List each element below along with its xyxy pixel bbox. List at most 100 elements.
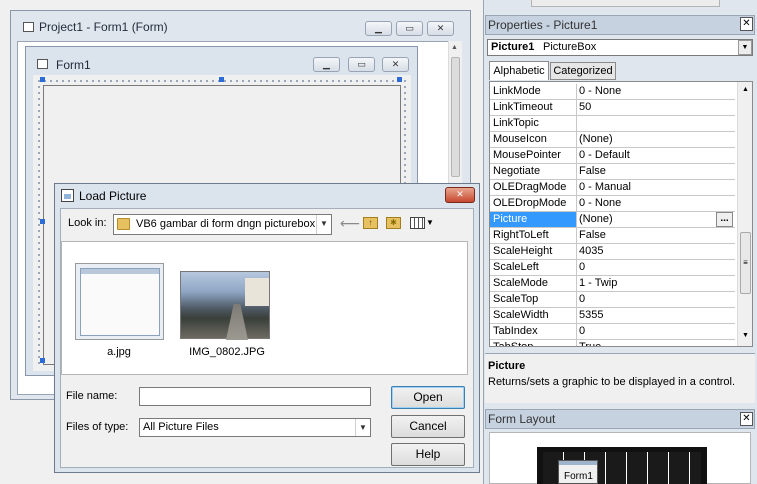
property-row[interactable]: ScaleWidth 5355 xyxy=(490,308,735,324)
files-of-type-label: Files of type: xyxy=(66,421,129,433)
property-row[interactable]: TabStop True xyxy=(490,340,735,346)
property-value[interactable]: 1 - Twip xyxy=(579,276,617,291)
property-row[interactable]: LinkMode 0 - None xyxy=(490,84,735,100)
property-value[interactable]: 0 - Manual xyxy=(579,180,631,195)
property-row[interactable]: OLEDropMode 0 - None xyxy=(490,196,735,212)
property-row[interactable]: Picture (None)... xyxy=(490,212,735,228)
scroll-up-icon[interactable]: ▲ xyxy=(742,86,749,93)
look-in-dropdown[interactable]: VB6 gambar di form dngn picturebox ▼ xyxy=(113,214,332,235)
property-row[interactable]: LinkTimeout 50 xyxy=(490,100,735,116)
property-value[interactable]: 0 - None xyxy=(579,196,621,211)
column-divider xyxy=(576,292,577,308)
minimize-button[interactable]: ▁ xyxy=(365,21,392,36)
new-folder-icon[interactable]: ✱ xyxy=(386,217,401,229)
property-row[interactable]: ScaleMode 1 - Twip xyxy=(490,276,735,292)
property-name: LinkMode xyxy=(493,85,541,97)
top-scrollbar[interactable] xyxy=(531,0,720,7)
files-of-type-value: All Picture Files xyxy=(143,421,219,433)
selection-handle[interactable] xyxy=(40,77,45,82)
column-divider xyxy=(576,340,577,346)
property-value[interactable]: 50 xyxy=(579,100,591,115)
property-name: TabIndex xyxy=(493,325,538,337)
form-layout-close-button[interactable]: ✕ xyxy=(740,412,753,426)
chevron-down-icon[interactable]: ▼ xyxy=(738,40,752,55)
form1-title: Form1 xyxy=(56,58,91,72)
property-row[interactable]: MouseIcon (None) xyxy=(490,132,735,148)
chevron-down-icon[interactable]: ▼ xyxy=(355,419,370,436)
cancel-button[interactable]: Cancel xyxy=(391,415,465,438)
form-preview-label: Form1 xyxy=(564,471,593,482)
form1-close-button[interactable]: ✕ xyxy=(382,57,409,72)
form1-minimize-button[interactable]: ▁ xyxy=(313,57,340,72)
file-name-label: File name: xyxy=(66,390,118,402)
look-in-label: Look in: xyxy=(68,217,107,229)
property-row[interactable]: OLEDragMode 0 - Manual xyxy=(490,180,735,196)
chevron-down-icon[interactable]: ▼ xyxy=(316,215,331,234)
property-name: Negotiate xyxy=(493,165,541,177)
file-item[interactable]: a.jpg xyxy=(72,260,166,360)
property-value[interactable]: 5355 xyxy=(579,308,603,323)
property-name: ScaleTop xyxy=(493,293,539,305)
scroll-up-icon[interactable]: ▲ xyxy=(451,44,458,51)
description-box: Picture Returns/sets a graphic to be dis… xyxy=(485,353,755,403)
dialog-icon xyxy=(61,189,74,202)
form1-maximize-button[interactable]: ▭ xyxy=(348,57,375,72)
properties-title: Properties - Picture1 xyxy=(488,18,598,32)
property-value[interactable]: 4035 xyxy=(579,244,603,259)
property-name: LinkTopic xyxy=(493,117,539,129)
property-name: ScaleHeight xyxy=(493,245,553,257)
scroll-down-icon[interactable]: ▼ xyxy=(742,332,749,339)
properties-close-button[interactable]: ✕ xyxy=(740,17,753,31)
column-divider xyxy=(576,308,577,324)
dialog-close-button[interactable]: ✕ xyxy=(445,187,475,203)
property-value[interactable]: 0 - None xyxy=(579,84,621,99)
column-divider xyxy=(576,228,577,244)
property-value[interactable]: False xyxy=(579,228,606,243)
selection-handle[interactable] xyxy=(397,77,402,82)
selection-handle[interactable] xyxy=(40,219,45,224)
property-value[interactable]: False xyxy=(579,164,606,179)
property-value[interactable]: 0 xyxy=(579,292,585,307)
ellipsis-button[interactable]: ... xyxy=(716,212,733,227)
scroll-thumb[interactable]: ≡ xyxy=(740,232,751,294)
scroll-thumb[interactable] xyxy=(451,57,460,177)
property-row[interactable]: ScaleHeight 4035 xyxy=(490,244,735,260)
column-divider xyxy=(576,324,577,340)
tab-categorized[interactable]: Categorized xyxy=(550,62,616,80)
files-of-type-dropdown[interactable]: All Picture Files ▼ xyxy=(139,418,371,437)
selection-handle[interactable] xyxy=(40,358,45,363)
selection-handle[interactable] xyxy=(219,77,224,82)
form-preview[interactable]: Form1 xyxy=(558,460,598,484)
file-item[interactable]: IMG_0802.JPG xyxy=(177,260,271,360)
property-name: MousePointer xyxy=(493,149,561,161)
property-row[interactable]: Negotiate False xyxy=(490,164,735,180)
tab-alphabetic[interactable]: Alphabetic xyxy=(489,61,549,80)
property-row[interactable]: TabIndex 0 xyxy=(490,324,735,340)
help-button[interactable]: Help xyxy=(391,443,465,466)
property-row[interactable]: RightToLeft False xyxy=(490,228,735,244)
close-button[interactable]: ✕ xyxy=(427,21,454,36)
property-value[interactable]: (None) xyxy=(579,132,613,147)
property-value[interactable]: 0 - Default xyxy=(579,148,630,163)
property-value[interactable]: 0 xyxy=(579,324,585,339)
maximize-button[interactable]: ▭ xyxy=(396,21,423,36)
column-divider xyxy=(576,276,577,292)
property-row[interactable]: MousePointer 0 - Default xyxy=(490,148,735,164)
view-dropdown-arrow-icon[interactable]: ▼ xyxy=(426,218,434,227)
property-row[interactable]: ScaleLeft 0 xyxy=(490,260,735,276)
view-menu-icon[interactable] xyxy=(410,217,425,229)
up-folder-icon[interactable]: ↑ xyxy=(363,217,378,229)
file-name-input[interactable] xyxy=(139,387,371,406)
property-row[interactable]: ScaleTop 0 xyxy=(490,292,735,308)
open-button[interactable]: Open xyxy=(391,386,465,409)
property-value[interactable]: True xyxy=(579,340,601,346)
property-row[interactable]: LinkTopic xyxy=(490,116,735,132)
back-arrow-icon[interactable]: ⟵ xyxy=(340,215,360,232)
property-value[interactable]: (None) xyxy=(579,212,613,227)
property-scrollbar[interactable]: ▲ ≡ ▼ xyxy=(737,82,752,346)
object-type: PictureBox xyxy=(543,41,597,53)
object-selector[interactable]: Picture1 PictureBox ▼ xyxy=(487,39,753,56)
file-name: IMG_0802.JPG xyxy=(189,346,265,358)
property-name: OLEDropMode xyxy=(493,197,567,209)
property-value[interactable]: 0 xyxy=(579,260,585,275)
